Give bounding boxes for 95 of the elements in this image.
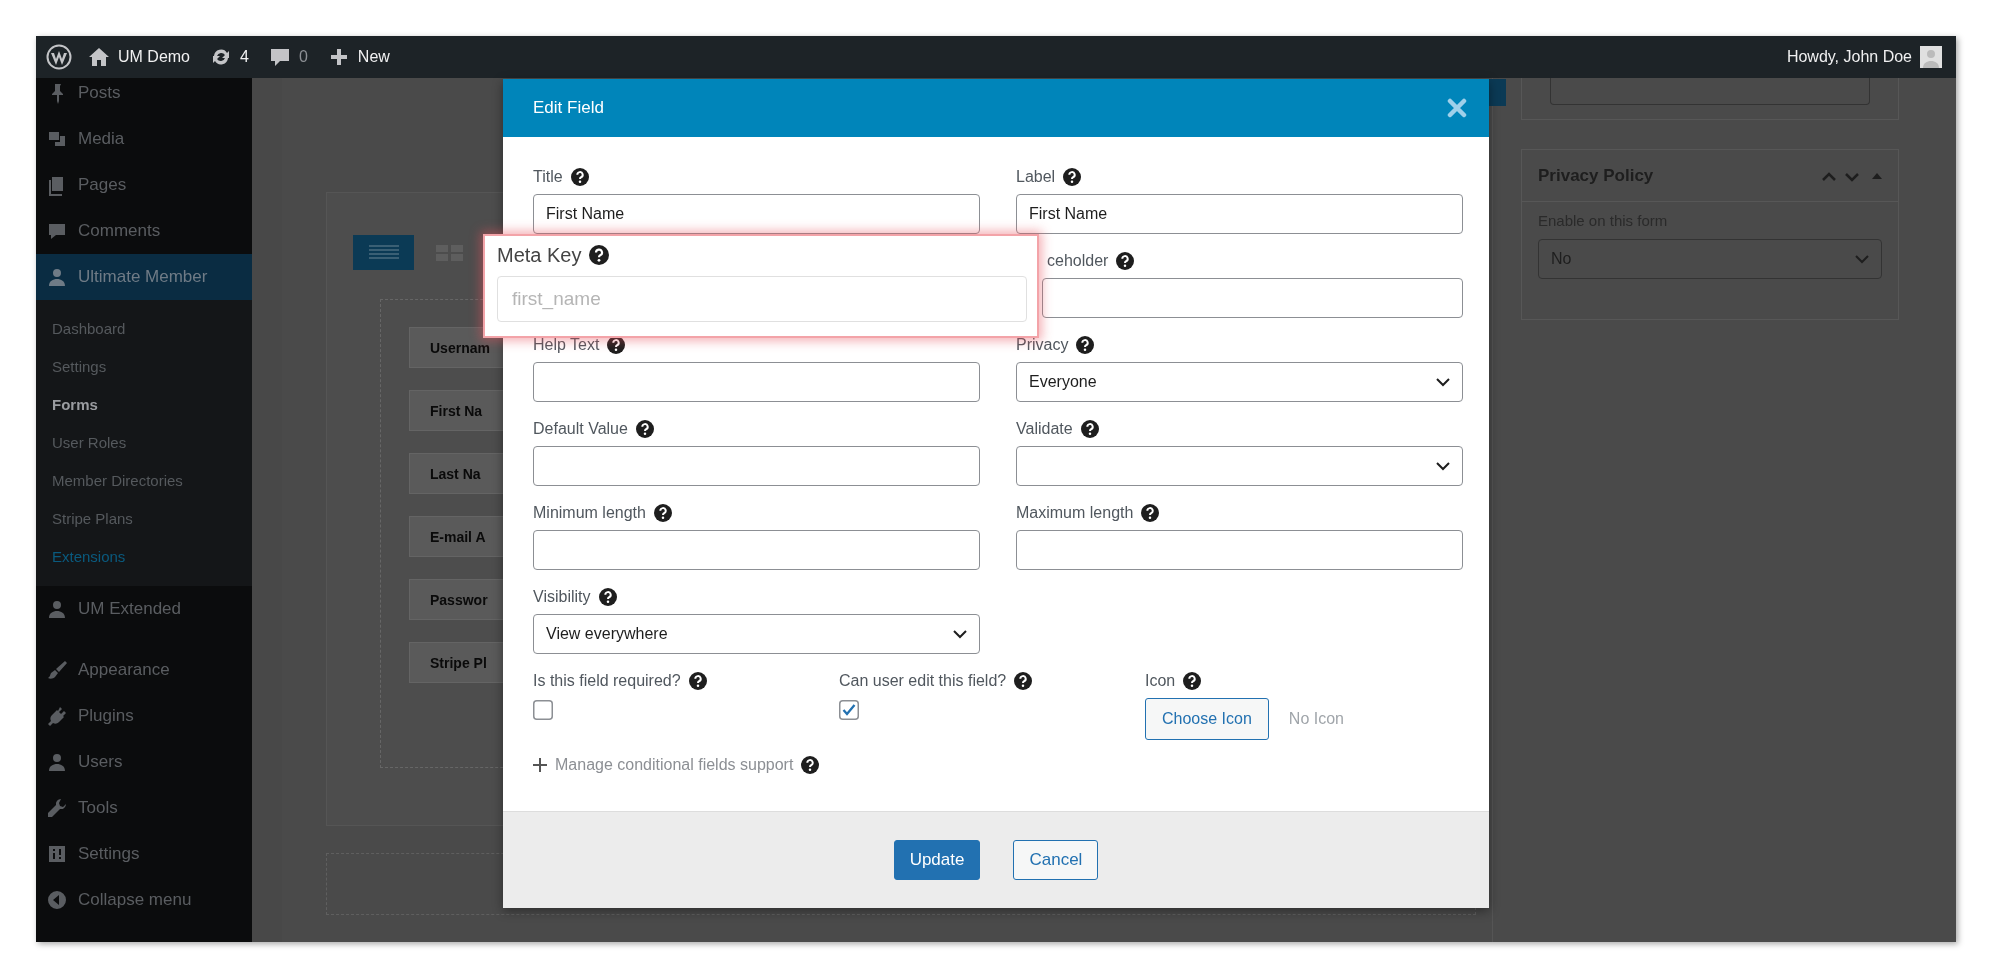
help-icon[interactable] (801, 756, 820, 774)
field-label: Is this field required? (533, 672, 681, 690)
select-field[interactable]: View everywhere (533, 614, 980, 654)
speech-bubble-icon[interactable] (268, 46, 291, 68)
field-name: Stripe Pl (430, 654, 487, 671)
site-name-link[interactable]: UM Demo (118, 48, 190, 66)
checkbox[interactable] (533, 700, 553, 720)
field-name: Last Na (430, 465, 481, 482)
menu-item[interactable]: Settings (36, 831, 252, 877)
menu-item[interactable]: Comments (36, 208, 252, 254)
submenu-item[interactable]: Settings (36, 348, 252, 386)
submenu-item[interactable]: User Roles (36, 424, 252, 462)
help-icon[interactable] (1183, 672, 1202, 690)
help-icon[interactable] (570, 168, 589, 186)
help-icon[interactable] (688, 672, 707, 690)
help-icon[interactable] (1116, 252, 1135, 270)
help-icon[interactable] (653, 504, 672, 522)
submenu-item[interactable]: Forms (36, 386, 252, 424)
select-field[interactable]: Everyone (1016, 362, 1463, 402)
text-input[interactable] (1016, 530, 1463, 570)
menu-item[interactable]: Collapse menu (36, 877, 252, 923)
text-input[interactable]: First Name (1016, 194, 1463, 234)
chevron-down-icon (953, 629, 967, 639)
field-label: Label (1016, 168, 1056, 186)
submenu-item[interactable]: Member Directories (36, 462, 252, 500)
chevron-down-icon (1855, 254, 1869, 264)
field-label: Privacy (1016, 336, 1069, 354)
cancel-button[interactable]: Cancel (1013, 840, 1099, 880)
conditional-fields-link[interactable]: Manage conditional fields support (555, 756, 794, 774)
submenu-item[interactable]: Extensions (36, 538, 252, 576)
field-label: Can user edit this field? (839, 672, 1007, 690)
new-link[interactable]: New (357, 48, 390, 66)
person-icon (46, 598, 68, 620)
help-icon[interactable] (1063, 168, 1082, 186)
field-label: Visibility (533, 588, 591, 606)
field-name: First Na (430, 402, 483, 419)
menu-item[interactable]: UM Extended (36, 586, 252, 632)
select-field[interactable] (1550, 78, 1870, 105)
person-icon (46, 751, 68, 773)
help-icon[interactable] (1014, 672, 1033, 690)
icon-value: No Icon (1288, 710, 1344, 728)
choose-icon-button[interactable]: Choose Icon (1145, 698, 1269, 740)
help-icon[interactable] (1076, 336, 1095, 354)
select-field[interactable] (1016, 446, 1463, 486)
field-name: E-mail A (430, 528, 486, 545)
greeting-link[interactable]: Howdy, John Doe (1786, 48, 1912, 66)
text-input[interactable] (533, 530, 980, 570)
sliders-icon (46, 843, 68, 865)
field-name: Passwor (430, 591, 488, 608)
field-label: Minimum length (533, 504, 646, 522)
help-icon[interactable] (1141, 504, 1160, 522)
plus-icon[interactable] (533, 758, 547, 772)
brush-icon (46, 659, 68, 681)
field-name: Usernam (430, 339, 490, 356)
chevron-down-icon (1436, 377, 1450, 387)
help-icon[interactable] (1080, 420, 1099, 438)
person-icon (46, 266, 68, 288)
meta-key-input[interactable]: first_name (497, 276, 1027, 322)
comments-count[interactable]: 0 (298, 48, 308, 66)
help-icon[interactable] (607, 336, 626, 354)
field-label: Maximum length (1016, 504, 1134, 522)
submenu-item[interactable]: Dashboard (36, 310, 252, 348)
menu-item[interactable]: Plugins (36, 693, 252, 739)
updates-count[interactable]: 4 (240, 48, 249, 66)
text-input[interactable]: First Name (533, 194, 980, 234)
dialog-title: Edit Field (533, 98, 604, 118)
menu-item[interactable]: Users (36, 739, 252, 785)
field-label: Title (533, 168, 563, 186)
plug-icon (46, 705, 68, 727)
menu-item[interactable]: Media (36, 116, 252, 162)
rows-icon (368, 244, 399, 261)
text-input[interactable] (1042, 278, 1463, 318)
update-button[interactable]: Update (893, 840, 981, 880)
menu-item[interactable]: Ultimate Member (36, 254, 252, 300)
field-label: Default Value (533, 420, 628, 438)
submenu-item[interactable]: Stripe Plans (36, 500, 252, 538)
wordpress-logo-icon[interactable] (46, 44, 72, 70)
help-icon[interactable] (598, 588, 617, 606)
text-input[interactable] (533, 362, 980, 402)
help-icon[interactable] (635, 420, 654, 438)
field-label: Validate (1016, 420, 1073, 438)
checkbox[interactable] (839, 700, 859, 720)
menu-item[interactable]: Appearance (36, 647, 252, 693)
field-label: ceholder (1047, 252, 1109, 270)
field-label: Meta Key (497, 243, 582, 267)
help-icon[interactable] (589, 245, 610, 265)
menu-item[interactable]: Tools (36, 785, 252, 831)
wrench-icon (46, 797, 68, 819)
field-label: Icon (1145, 672, 1176, 690)
field-label: Help Text (533, 336, 600, 354)
chevron-down-icon (1436, 461, 1450, 471)
menu-item[interactable]: Pages (36, 162, 252, 208)
home-icon[interactable] (88, 46, 110, 68)
text-input[interactable] (533, 446, 980, 486)
menu-item[interactable]: Posts (36, 78, 252, 116)
